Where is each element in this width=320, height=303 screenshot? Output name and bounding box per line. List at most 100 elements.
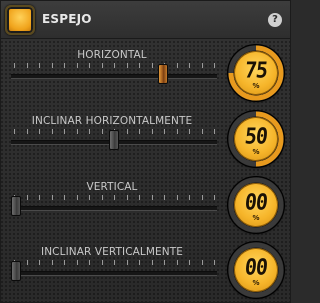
slider-tick — [202, 260, 203, 265]
value-knob[interactable]: 00 % — [228, 242, 284, 298]
control-row-inclinar-verticalmente: INCLINAR VERTICALMENTE 00 % — [1, 238, 292, 302]
slider[interactable] — [11, 195, 217, 217]
slider-tick — [177, 63, 178, 68]
slider-tick — [177, 260, 178, 265]
slider[interactable] — [11, 260, 217, 282]
mirror-effect-icon[interactable] — [5, 5, 35, 35]
slider-tick — [77, 129, 78, 134]
slider-tick — [152, 195, 153, 200]
knob-face: 50 % — [234, 117, 278, 161]
value-knob[interactable]: 00 % — [228, 177, 284, 233]
slider-tick — [164, 195, 165, 200]
slider-tick — [89, 63, 90, 68]
slider[interactable] — [11, 129, 217, 151]
slider-track[interactable] — [11, 271, 217, 276]
slider-tick — [214, 129, 215, 134]
slider-tick — [139, 260, 140, 265]
slider-tick — [39, 63, 40, 68]
slider-thumb[interactable] — [109, 130, 119, 150]
panel-header: ESPEJO ? — [1, 1, 290, 39]
slider-tick — [139, 63, 140, 68]
slider-ticks — [11, 260, 217, 266]
knob-value: 50 — [243, 122, 269, 150]
slider-tick — [89, 260, 90, 265]
slider-thumb[interactable] — [11, 196, 21, 216]
slider-tick — [189, 260, 190, 265]
slider-tick — [152, 129, 153, 134]
knob-unit: % — [252, 279, 260, 287]
slider-tick — [127, 195, 128, 200]
slider-tick — [77, 195, 78, 200]
slider-tick — [27, 195, 28, 200]
control-row-vertical: VERTICAL 00 % — [1, 173, 292, 237]
slider-tick — [102, 260, 103, 265]
slider-tick — [64, 129, 65, 134]
knob-value: 00 — [243, 253, 269, 281]
knob-unit: % — [252, 82, 260, 90]
control-label: INCLINAR HORIZONTALMENTE — [31, 115, 193, 127]
slider-tick — [27, 260, 28, 265]
slider-track[interactable] — [11, 206, 217, 211]
slider-thumb[interactable] — [11, 261, 21, 281]
control-label: VERTICAL — [86, 181, 138, 193]
slider-tick — [214, 195, 215, 200]
slider-tick — [52, 63, 53, 68]
slider-tick — [189, 129, 190, 134]
slider-tick — [39, 129, 40, 134]
slider-tick — [177, 129, 178, 134]
slider-tick — [89, 195, 90, 200]
slider-ticks — [11, 195, 217, 201]
slider-tick — [152, 260, 153, 265]
slider-tick — [39, 195, 40, 200]
slider-track[interactable] — [11, 74, 217, 79]
slider-tick — [77, 260, 78, 265]
slider-thumb[interactable] — [158, 64, 168, 84]
slider-ticks — [11, 63, 217, 69]
slider-tick — [164, 129, 165, 134]
knob-unit: % — [252, 214, 260, 222]
slider-tick — [114, 195, 115, 200]
slider-tick — [214, 260, 215, 265]
slider-tick — [102, 195, 103, 200]
slider-tick — [102, 63, 103, 68]
slider-tick — [64, 63, 65, 68]
slider-tick — [202, 63, 203, 68]
slider-tick — [52, 260, 53, 265]
knob-unit: % — [252, 148, 260, 156]
slider-tick — [14, 63, 15, 68]
slider-tick — [177, 195, 178, 200]
slider-tick — [189, 63, 190, 68]
slider-tick — [214, 63, 215, 68]
value-knob[interactable]: 50 % — [228, 111, 284, 167]
value-knob[interactable]: 75 % — [228, 45, 284, 101]
slider-tick — [14, 129, 15, 134]
panel-title: ESPEJO — [42, 12, 92, 26]
knob-value: 75 — [243, 56, 269, 84]
slider[interactable] — [11, 63, 217, 85]
knob-face: 00 % — [234, 183, 278, 227]
slider-tick — [39, 260, 40, 265]
slider-tick — [139, 129, 140, 134]
slider-tick — [202, 195, 203, 200]
help-icon[interactable]: ? — [268, 13, 282, 27]
knob-face: 75 % — [234, 51, 278, 95]
slider-tick — [27, 129, 28, 134]
slider-tick — [102, 129, 103, 134]
slider-tick — [127, 260, 128, 265]
slider-tick — [127, 129, 128, 134]
slider-tick — [89, 129, 90, 134]
slider-tick — [152, 63, 153, 68]
slider-tick — [127, 63, 128, 68]
slider-tick — [139, 195, 140, 200]
slider-tick — [64, 260, 65, 265]
control-row-horizontal: HORIZONTAL 75 % — [1, 41, 292, 105]
control-row-inclinar-horizontalmente: INCLINAR HORIZONTALMENTE 50 % — [1, 107, 292, 171]
slider-tick — [77, 63, 78, 68]
control-label: HORIZONTAL — [77, 49, 147, 61]
slider-tick — [52, 129, 53, 134]
slider-tick — [64, 195, 65, 200]
slider-tick — [189, 195, 190, 200]
slider-tick — [114, 63, 115, 68]
knob-face: 00 % — [234, 248, 278, 292]
knob-value: 00 — [243, 188, 269, 216]
